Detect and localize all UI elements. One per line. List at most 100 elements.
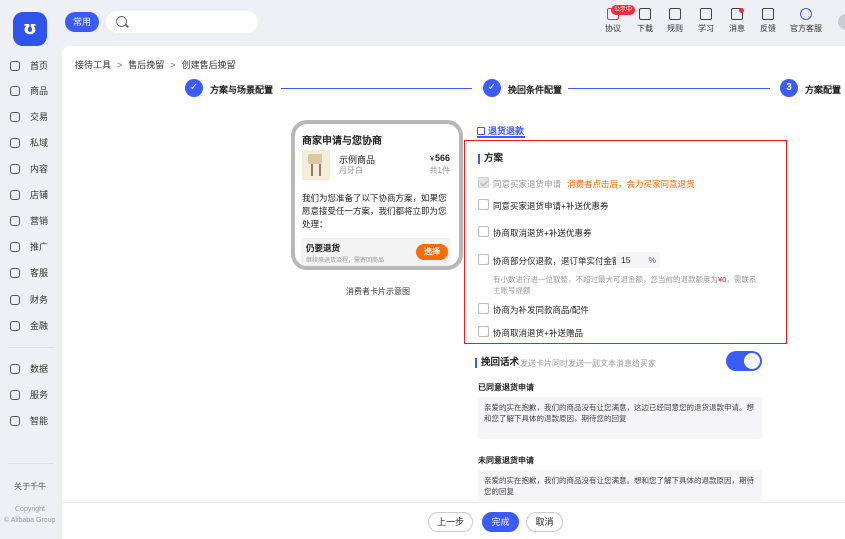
about-link[interactable]: 关于千牛 bbox=[14, 481, 46, 492]
sidebar-divider bbox=[8, 463, 54, 464]
option-checkbox-partial-refund[interactable] bbox=[478, 254, 489, 265]
breadcrumb: 接待工具 > 售后挽留 > 创建售后挽留 bbox=[75, 58, 236, 71]
nav-feedback[interactable]: 反馈 bbox=[751, 8, 785, 34]
option-note: 消费者点击后，会为买家同意退货 bbox=[567, 179, 695, 189]
nav-download[interactable]: 下载 bbox=[628, 8, 662, 34]
option-label-agree: 同意买家退货申请 消费者点击后，会为买家同意退货 bbox=[493, 179, 695, 189]
smart-icon bbox=[10, 416, 20, 426]
agree-heading: 已同意退货申请 bbox=[478, 383, 534, 392]
promotion-icon bbox=[10, 242, 20, 252]
product-chair-image bbox=[302, 150, 330, 180]
preview-caption: 消费者卡片示意图 bbox=[346, 287, 410, 296]
trade-icon bbox=[10, 112, 20, 122]
option-label-partial-refund: 协商部分仅退款，退订单实付金额 bbox=[493, 256, 621, 266]
search-icon bbox=[116, 16, 127, 27]
option-label-agree-coupon: 同意买家退货申请+补送优惠券 bbox=[493, 201, 609, 211]
nav-learn[interactable]: 学习 bbox=[689, 8, 723, 34]
data-icon bbox=[10, 364, 20, 374]
frequent-chip[interactable]: 常用 bbox=[65, 12, 99, 32]
customer-service-icon bbox=[10, 268, 20, 278]
service-icon bbox=[800, 8, 812, 20]
content-icon bbox=[10, 164, 20, 174]
services-icon bbox=[10, 390, 20, 400]
step-label: 方案配置 bbox=[805, 85, 842, 95]
main-panel: 接待工具 > 售后挽留 > 创建售后挽留 ✓ 方案与场景配置 ✓ 挽回条件配置 3 方案… bbox=[62, 46, 845, 539]
sidebar-item-data[interactable]: 数据 bbox=[10, 361, 48, 377]
prev-button[interactable]: 上一步 bbox=[428, 512, 473, 532]
consumer-card-preview: 商家申请与您协商 示例商品 月牙白 ¥566 共1件 我们为您准备了以下协商方案… bbox=[291, 120, 463, 270]
sidebar-item-shop[interactable]: 店铺 bbox=[10, 187, 48, 203]
breadcrumb-current: 创建售后挽留 bbox=[181, 60, 236, 70]
top-bar: ʊ 常用 协议 公示中 下载 规则 学习 消息 反馈 官方客服 bbox=[0, 0, 845, 46]
copyright-owner: © Alibaba Group bbox=[4, 517, 56, 524]
check-icon: ✓ bbox=[185, 79, 203, 97]
avatar[interactable] bbox=[838, 14, 845, 30]
product-spec: 月牙白 bbox=[339, 166, 363, 175]
preview-product: 示例商品 月牙白 ¥566 共1件 bbox=[300, 150, 454, 186]
option-checkbox-cancel-gift[interactable] bbox=[478, 326, 489, 337]
retention-subtitle: 发送卡片同时发送一则文本消息给买家 bbox=[520, 359, 656, 368]
shop-icon bbox=[10, 190, 20, 200]
preview-title: 商家申请与您协商 bbox=[302, 136, 382, 147]
sidebar-item-finance[interactable]: 财务 bbox=[10, 292, 48, 308]
home-icon bbox=[10, 61, 20, 71]
product-price: ¥566 bbox=[430, 153, 450, 163]
sidebar-item-customer-service[interactable]: 客服 bbox=[10, 265, 48, 281]
sidebar-item-trade[interactable]: 交易 bbox=[10, 109, 48, 125]
step-number: 3 bbox=[780, 79, 798, 97]
goods-icon bbox=[10, 86, 20, 96]
breadcrumb-item[interactable]: 售后挽留 bbox=[128, 60, 164, 70]
option-checkbox-resend[interactable] bbox=[478, 303, 489, 314]
search-input[interactable] bbox=[106, 11, 258, 33]
private-domain-icon bbox=[10, 138, 20, 148]
plan-title: 方案 bbox=[478, 154, 503, 164]
qianniu-logo-icon[interactable]: ʊ bbox=[13, 12, 47, 46]
option-checkbox-cancel-coupon[interactable] bbox=[478, 226, 489, 237]
sidebar-item-marketing[interactable]: 营销 bbox=[10, 213, 48, 229]
message-dot bbox=[739, 8, 744, 13]
done-button[interactable]: 完成 bbox=[482, 512, 519, 532]
sidebar-item-services[interactable]: 服务 bbox=[10, 387, 48, 403]
refund-percent-input[interactable]: 15 % bbox=[616, 252, 660, 268]
tab-underline bbox=[477, 136, 525, 138]
step-connector bbox=[281, 88, 472, 89]
copyright: Copyright bbox=[15, 506, 45, 513]
product-count: 共1件 bbox=[429, 166, 450, 175]
sidebar-item-smart[interactable]: 智能 bbox=[10, 413, 48, 429]
agree-message-textarea[interactable]: 亲爱的实在抱歉，我们的商品没有让您满意，这边已经同意您的退货退款申请。想和您了解… bbox=[478, 397, 762, 439]
breadcrumb-item[interactable]: 接待工具 bbox=[75, 60, 111, 70]
preview-option: 仍要退货 继续原退货流程，需寄回商品 选择 bbox=[301, 238, 451, 266]
option-checkbox-agree-coupon[interactable] bbox=[478, 199, 489, 210]
retention-toggle[interactable] bbox=[726, 351, 762, 371]
finance-icon bbox=[10, 295, 20, 305]
nav-rules[interactable]: 规则 bbox=[658, 8, 692, 34]
shopping-bag-icon bbox=[477, 127, 485, 135]
footer-bar: 上一步 完成 取消 bbox=[62, 502, 845, 539]
disagree-heading: 未同意退货申请 bbox=[478, 456, 534, 465]
option-checkbox-agree[interactable] bbox=[478, 177, 489, 188]
breadcrumb-separator: > bbox=[117, 60, 123, 70]
feedback-icon bbox=[762, 8, 774, 20]
sidebar-item-content[interactable]: 内容 bbox=[10, 161, 48, 177]
sidebar: 首页 商品 交易 私域 内容 店铺 营销 推广 客服 财务 金融 数据 服务 智… bbox=[0, 46, 62, 539]
sidebar-divider bbox=[8, 347, 54, 348]
breadcrumb-separator: > bbox=[170, 60, 176, 70]
sidebar-item-home[interactable]: 首页 bbox=[10, 58, 48, 74]
banking-icon bbox=[10, 321, 20, 331]
rules-icon bbox=[669, 8, 681, 20]
cancel-button[interactable]: 取消 bbox=[526, 512, 563, 532]
download-icon bbox=[639, 8, 651, 20]
sidebar-item-private[interactable]: 私域 bbox=[10, 135, 48, 151]
step-connector bbox=[568, 88, 770, 89]
sidebar-item-banking[interactable]: 金融 bbox=[10, 318, 48, 334]
nav-service[interactable]: 官方客服 bbox=[786, 8, 826, 34]
sidebar-item-goods[interactable]: 商品 bbox=[10, 83, 48, 99]
option-label-cancel-gift: 协商取消退货+补送赠品 bbox=[493, 328, 583, 338]
check-icon: ✓ bbox=[483, 79, 501, 97]
nav-message[interactable]: 消息 bbox=[720, 8, 754, 34]
option-label-resend: 协商为补发同款商品/配件 bbox=[493, 305, 589, 315]
refund-hint: 有小数进行进一位取整，不超过最大可退金额，您当前的退款额度为¥0，需联系主账号提… bbox=[493, 275, 757, 295]
option-title: 仍要退货 bbox=[306, 243, 341, 253]
sidebar-item-promotion[interactable]: 推广 bbox=[10, 239, 48, 255]
step-label: 方案与场景配置 bbox=[210, 85, 274, 95]
